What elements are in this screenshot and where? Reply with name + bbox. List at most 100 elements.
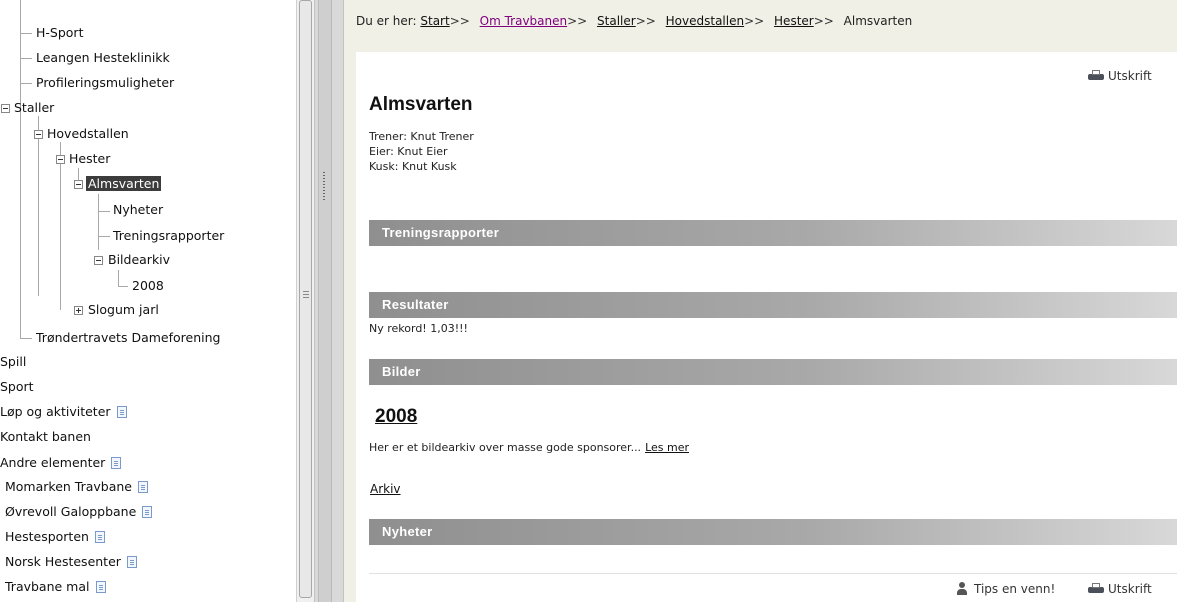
breadcrumb-separator: >> [449,14,470,28]
breadcrumb-prefix: Du er her: [356,14,417,28]
expand-icon[interactable] [74,306,83,315]
footer-print-link[interactable]: Utskrift [1088,582,1152,596]
tree-item-label: H-Sport [36,25,84,40]
tree-item-label: Andre elementer [0,455,106,470]
tree-connector [20,338,32,339]
tree-item-label: Trøndertravets Dameforening [36,330,221,345]
collapse-icon[interactable] [56,155,65,164]
tree-item-lop-og-aktiviteter[interactable]: Løp og aktiviteter [0,402,127,422]
tree-connector [98,236,110,237]
breadcrumb-separator: >> [744,14,765,28]
tree-connector [20,58,32,59]
tree-item-leangen-hesteklinikk[interactable]: Leangen Hesteklinikk [34,48,172,68]
collapse-icon[interactable] [34,130,43,139]
breadcrumb-link-om-travbanen[interactable]: Om Travbanen [480,14,567,28]
tree-item-hovedstallen[interactable]: Hovedstallen [45,124,131,144]
tree-item-trondertravets-dameforening[interactable]: Trøndertravets Dameforening [34,328,222,348]
navigation-tree: H-Sport Leangen Hesteklinikk Profilering… [0,0,298,602]
tree-item-label: Profileringsmuligheter [36,75,175,90]
tree-item-label: Hovedstallen [47,126,129,141]
section-header-results: Resultater [369,292,1177,318]
tree-connector [118,286,128,287]
breadcrumb-separator: >> [813,14,834,28]
tree-item-label: Sport [0,379,34,394]
tree-item-sport[interactable]: Sport [0,377,36,397]
tree-item-andre-elementer[interactable]: Andre elementer [0,453,122,473]
tip-friend-link[interactable]: Tips en venn! [956,582,1055,596]
tree-item-norsk-hestesenter[interactable]: Norsk Hestesenter [3,552,137,572]
tree-connector [20,33,32,34]
tree-item-label: Hestesporten [5,529,89,544]
breadcrumb-current: Almsvarten [843,14,913,28]
tree-item-label: Leangen Hesteklinikk [36,50,170,65]
tree-item-label: Treningsrapporter [113,228,225,243]
tree-item-staller[interactable]: Staller [12,98,56,118]
tree-item-label: Norsk Hestesenter [5,554,121,569]
page-icon [111,457,122,469]
tree-connector [118,270,119,286]
breadcrumb-link-hester[interactable]: Hester [774,14,814,28]
tree-item-hestesporten[interactable]: Hestesporten [3,527,105,547]
section-header-news: Nyheter [369,519,1177,545]
page-icon [116,406,127,418]
tree-item-label: Staller [14,100,55,115]
archive-link[interactable]: Arkiv [370,482,401,496]
person-icon [956,582,968,595]
tree-connector [20,116,21,338]
tree-item-almsvarten[interactable]: Almsvarten [86,174,162,194]
read-more-link[interactable]: Les mer [645,441,689,454]
tree-connector [98,194,99,250]
tree-item-bildearkiv[interactable]: Bildearkiv [106,250,172,270]
album-description-text: Her er et bildearkiv over masse gode spo… [369,441,642,454]
owner-text: Eier: Knut Eier [369,145,448,158]
tree-item-momarken-travbane[interactable]: Momarken Travbane [3,477,148,497]
tree-item-kontakt-banen[interactable]: Kontakt banen [0,427,93,447]
tree-item-label: 2008 [132,278,164,293]
footer-divider [369,573,1177,574]
tree-item-label: Løp og aktiviteter [0,404,111,419]
grip-icon [303,291,309,292]
splitter-handle[interactable] [318,0,332,602]
tree-item-slogum-jarl[interactable]: Slogum jarl [86,300,161,320]
tree-item-label: Almsvarten [86,176,162,191]
section-header-training: Treningsrapporter [369,220,1177,246]
breadcrumb-link-staller[interactable]: Staller [597,14,636,28]
trainer-text: Trener: Knut Trener [369,130,474,143]
tree-item-ovrevoll-galoppbane[interactable]: Øvrevoll Galoppbane [3,502,153,522]
collapse-icon[interactable] [74,180,83,189]
tree-item-nyheter[interactable]: Nyheter [111,200,165,220]
section-header-images: Bilder [369,359,1177,385]
tree-item-profileringsmuligheter[interactable]: Profileringsmuligheter [34,73,176,93]
album-title-link[interactable]: 2008 [375,406,417,428]
breadcrumb-link-start[interactable]: Start [420,14,449,28]
breadcrumb-link-hovedstallen[interactable]: Hovedstallen [666,14,744,28]
tree-connector [20,83,32,84]
tree-item-label: Øvrevoll Galoppbane [5,504,137,519]
tree-item-2008[interactable]: 2008 [130,276,166,296]
print-link[interactable]: Utskrift [1088,69,1152,83]
tree-item-h-sport[interactable]: H-Sport [34,23,85,43]
tree-item-travbane-mal[interactable]: Travbane mal [3,577,106,597]
content-pane: Du er her: Start>> Om Travbanen>> Stalle… [344,0,1177,602]
breadcrumb-separator: >> [635,14,656,28]
tree-item-label: Kontakt banen [0,429,91,444]
page-icon [138,481,148,493]
footer-print-label: Utskrift [1108,582,1152,596]
collapse-icon[interactable] [94,256,103,265]
album-description: Her er et bildearkiv over masse gode spo… [369,441,689,454]
scrollbar-thumb[interactable] [299,0,312,598]
tree-item-label: Bildearkiv [108,252,171,267]
tree-scrollbar[interactable] [296,0,314,602]
article-panel: Utskrift Almsvarten Trener: Knut Trener … [356,52,1177,602]
tree-item-treningsrapporter[interactable]: Treningsrapporter [111,226,226,246]
breadcrumb: Du er her: Start>> Om Travbanen>> Stalle… [356,14,912,28]
grip-icon [323,172,325,202]
tree-item-hester[interactable]: Hester [67,149,112,169]
tree-item-spill[interactable]: Spill [0,352,28,372]
collapse-icon[interactable] [1,104,10,113]
driver-text: Kusk: Knut Kusk [369,160,457,173]
tip-friend-label: Tips en venn! [974,582,1056,596]
tree-item-label: Spill [0,354,27,369]
tree-connector [98,211,110,212]
printer-icon [1088,70,1104,81]
